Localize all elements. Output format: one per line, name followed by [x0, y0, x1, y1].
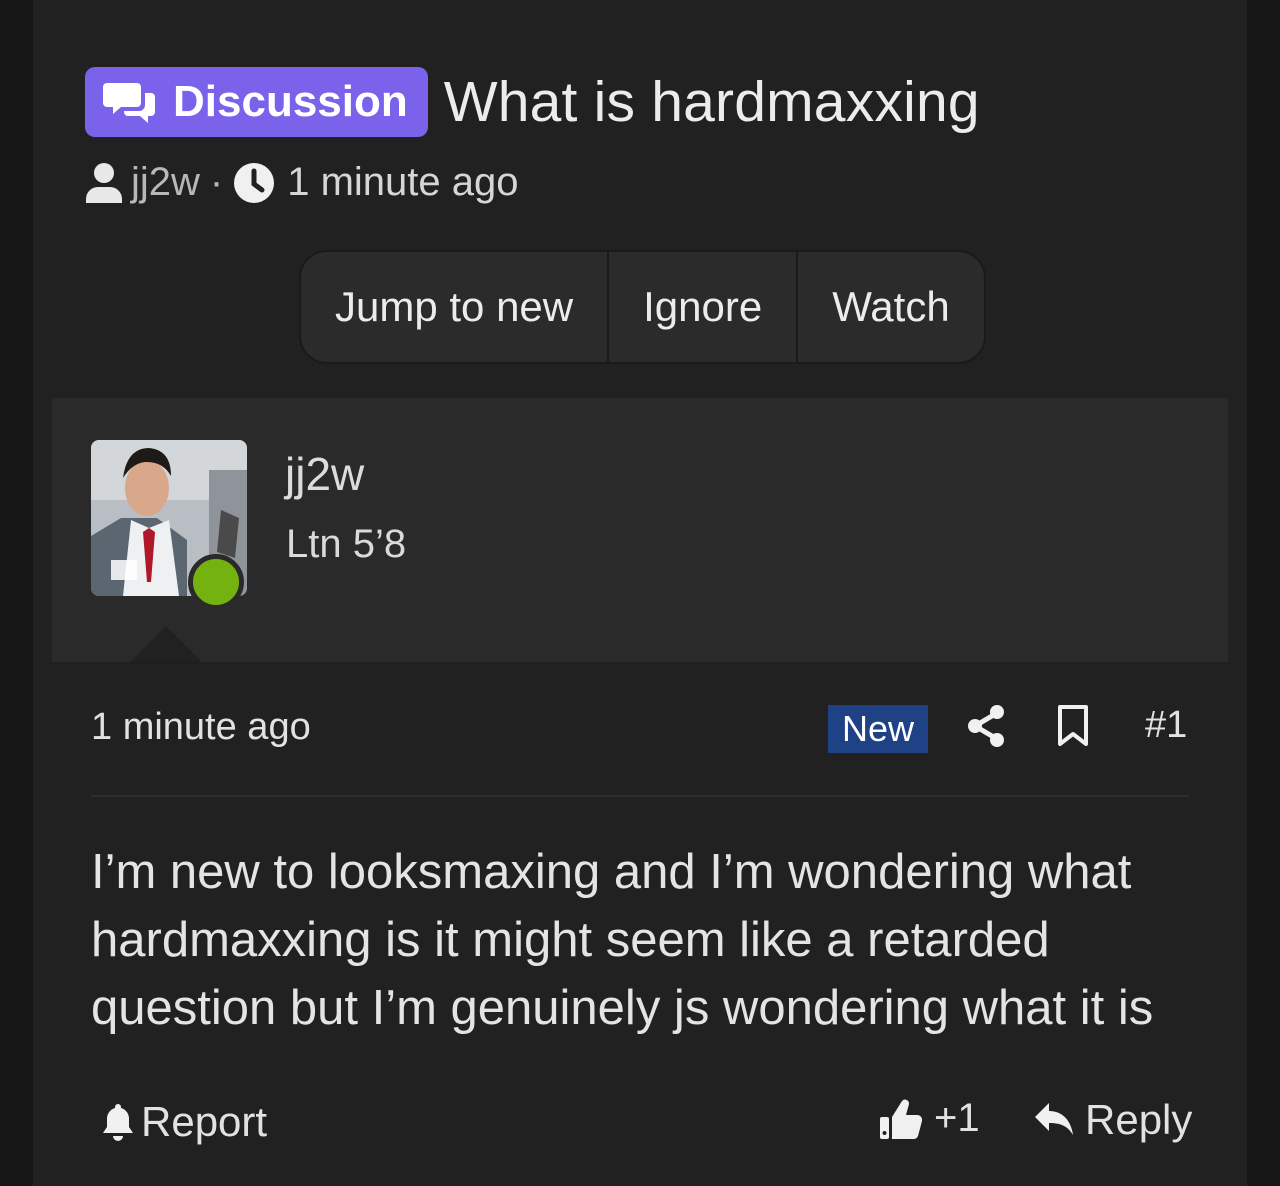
post-username[interactable]: jj2w [285, 447, 364, 501]
bookmark-button[interactable] [1056, 704, 1090, 753]
discussion-prefix-label[interactable]: Discussion [85, 67, 428, 137]
post-time[interactable]: 1 minute ago [91, 706, 311, 749]
thread-title: What is hardmaxxing [443, 70, 980, 134]
new-badge: New [828, 705, 929, 753]
thread-time[interactable]: 1 minute ago [287, 160, 518, 205]
post-divider [91, 795, 1189, 797]
share-button[interactable] [966, 704, 1006, 753]
meta-separator: · [209, 160, 224, 204]
user-box-arrow [130, 626, 202, 662]
thread-action-buttons: Jump to new Ignore Watch [299, 250, 986, 364]
reply-label: Reply [1085, 1096, 1193, 1143]
user-title: Ltn 5’8 [286, 522, 407, 566]
bookmark-icon [1058, 705, 1088, 746]
post-number-link[interactable]: #1 [1145, 704, 1187, 747]
watch-button[interactable]: Watch [798, 252, 983, 362]
bell-icon [103, 1104, 133, 1141]
comments-icon [103, 83, 155, 123]
like-button[interactable]: +1 [878, 1096, 980, 1141]
thread-author-link[interactable]: jj2w [131, 160, 200, 205]
report-label: Report [141, 1098, 268, 1145]
clock-icon [234, 162, 275, 203]
online-status-indicator [188, 554, 244, 610]
report-button[interactable]: Report [101, 1098, 267, 1146]
thread-title-row: Discussion What is hardmaxxing [85, 67, 980, 137]
reply-button[interactable]: Reply [1033, 1096, 1192, 1144]
prefix-text: Discussion [173, 77, 408, 126]
user-icon [86, 162, 122, 203]
jump-to-new-button[interactable]: Jump to new [301, 252, 610, 362]
thread-meta: jj2w · 1 minute ago [85, 160, 519, 205]
share-icon [968, 705, 1004, 747]
thread-page: Discussion What is hardmaxxing jj2w · 1 … [33, 0, 1247, 1186]
ignore-button[interactable]: Ignore [609, 252, 799, 362]
reply-icon [1035, 1103, 1073, 1135]
thumbs-up-icon [880, 1099, 923, 1139]
post-body: I’m new to looksmaxing and I’m wondering… [91, 845, 1154, 1035]
reaction-count: +1 [934, 1096, 980, 1140]
